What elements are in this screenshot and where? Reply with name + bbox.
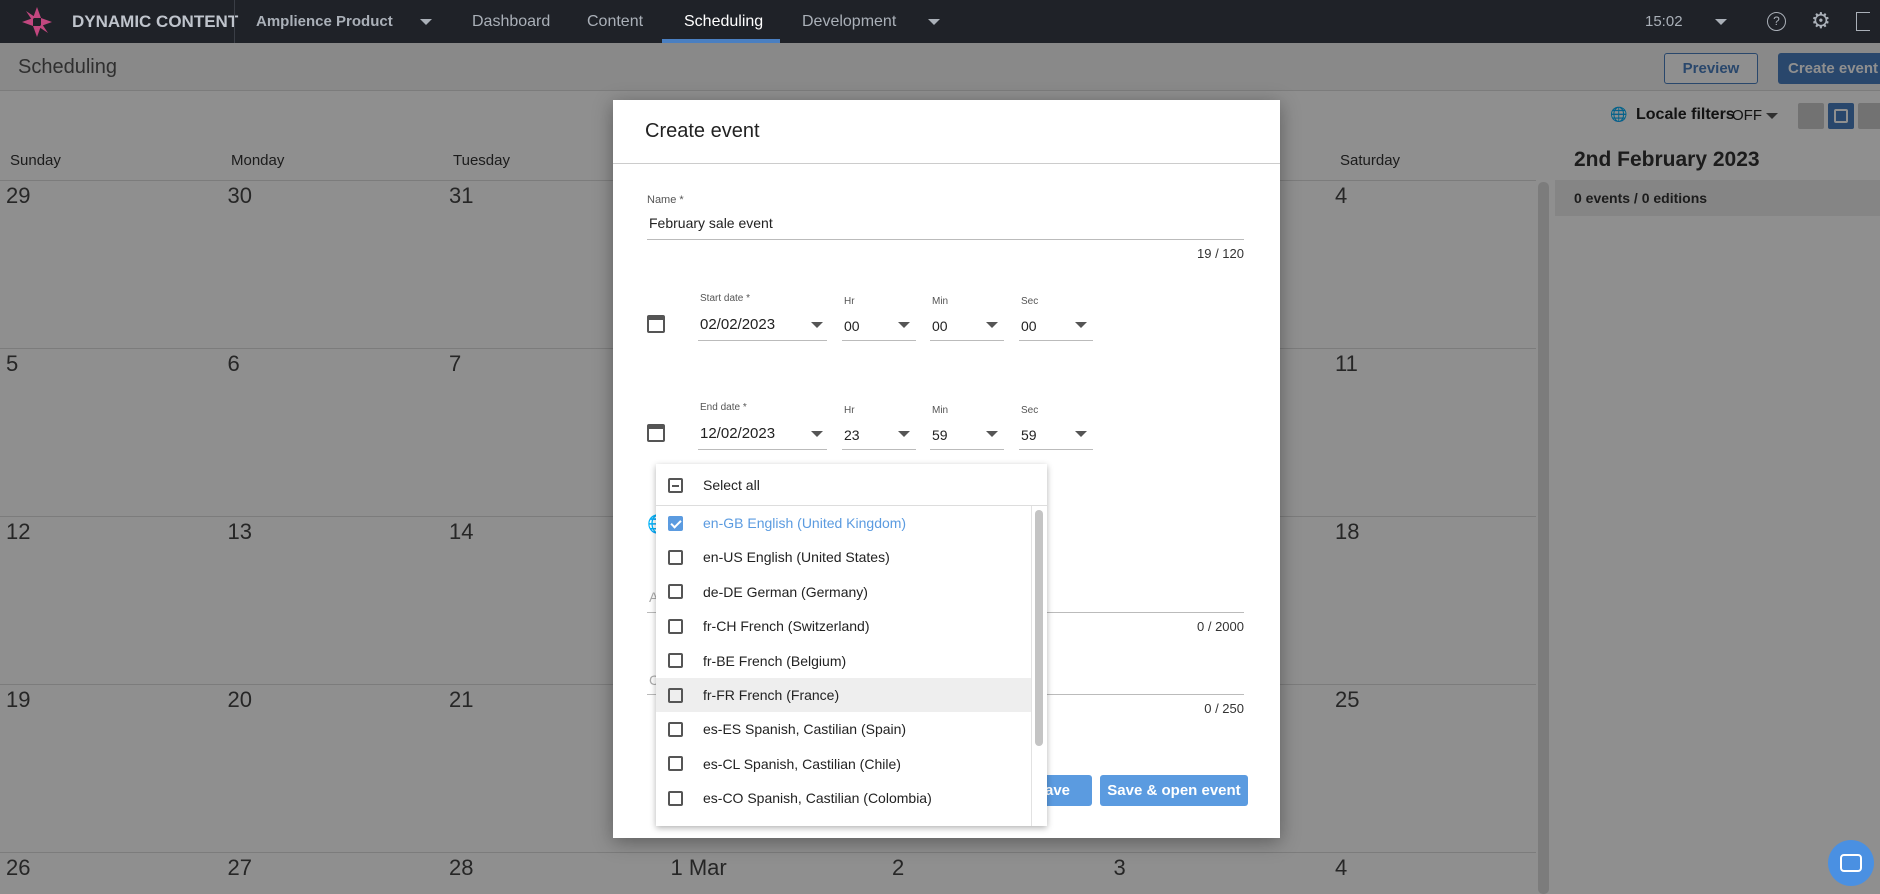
chevron-down-icon[interactable]: [1715, 19, 1727, 25]
hub-selector[interactable]: Amplience Product: [256, 13, 393, 30]
checkbox[interactable]: [668, 584, 683, 600]
chevron-down-icon[interactable]: [898, 431, 910, 437]
hr-label: Hr: [844, 405, 855, 416]
chevron-down-icon[interactable]: [811, 322, 823, 328]
start-sec-select[interactable]: 00: [1021, 318, 1037, 334]
locale-label: es-CL Spanish, Castilian (Chile): [703, 755, 901, 772]
scroll-track: [1031, 506, 1032, 826]
start-date-underline: [698, 340, 827, 341]
start-hr-underline: [842, 340, 916, 341]
field-c-counter: 0 / 250: [1204, 701, 1244, 716]
locale-label: de-DE German (Germany): [703, 583, 868, 600]
sec-label: Sec: [1021, 296, 1039, 307]
end-sec-underline: [1019, 449, 1093, 450]
end-min-select[interactable]: 59: [932, 427, 948, 443]
end-date-label: End date *: [700, 402, 747, 413]
locale-option[interactable]: es-CL Spanish, Castilian (Chile): [656, 747, 1031, 781]
locale-option[interactable]: de-DE German (Germany): [656, 575, 1031, 609]
dialog-title: Create event: [645, 120, 760, 142]
chevron-down-icon[interactable]: [928, 19, 940, 25]
nav-dashboard[interactable]: Dashboard: [472, 13, 550, 31]
min-label: Min: [932, 296, 949, 307]
calendar-icon[interactable]: [647, 315, 665, 333]
name-underline: [647, 239, 1244, 240]
checkbox[interactable]: [668, 790, 683, 806]
name-input[interactable]: February sale event: [649, 215, 773, 231]
end-hr-select[interactable]: 23: [844, 427, 860, 443]
calendar-icon[interactable]: [647, 424, 665, 442]
chevron-down-icon[interactable]: [1075, 431, 1087, 437]
locale-label: fr-CH French (Switzerland): [703, 618, 870, 635]
end-sec-select[interactable]: 59: [1021, 427, 1037, 443]
locale-label: en-US English (United States): [703, 549, 890, 566]
checkbox[interactable]: [668, 756, 683, 772]
checkbox[interactable]: [668, 618, 683, 634]
start-date-label: Start date *: [700, 293, 751, 304]
logo-icon: [22, 7, 52, 37]
chevron-down-icon[interactable]: [986, 322, 998, 328]
sec-label: Sec: [1021, 405, 1039, 416]
checkbox[interactable]: [668, 687, 683, 703]
divider: [234, 0, 235, 43]
chevron-down-icon[interactable]: [1075, 322, 1087, 328]
chevron-down-icon[interactable]: [811, 431, 823, 437]
save-open-event-button[interactable]: Save & open event: [1100, 775, 1248, 806]
chevron-down-icon[interactable]: [986, 431, 998, 437]
end-date-input[interactable]: 12/02/2023: [700, 425, 775, 442]
start-min-underline: [930, 340, 1004, 341]
chevron-down-icon[interactable]: [420, 19, 432, 25]
hr-label: Hr: [844, 296, 855, 307]
name-label: Name *: [647, 194, 684, 206]
start-min-select[interactable]: 00: [932, 318, 948, 334]
end-hr-underline: [842, 449, 916, 450]
field-a-counter: 0 / 2000: [1197, 619, 1244, 634]
locale-option[interactable]: es-CO Spanish, Castilian (Colombia): [656, 781, 1031, 815]
locale-option[interactable]: en-US English (United States): [656, 540, 1031, 574]
checkbox[interactable]: [668, 515, 683, 531]
robot-icon: [1840, 854, 1862, 872]
checkbox[interactable]: [668, 549, 683, 565]
locale-option[interactable]: es-ES Spanish, Castilian (Spain): [656, 712, 1031, 746]
checkbox[interactable]: [668, 653, 683, 669]
select-all-option[interactable]: Select all: [656, 468, 1047, 502]
locale-option[interactable]: en-GB English (United Kingdom): [656, 506, 1031, 540]
locale-label: fr-BE French (Belgium): [703, 652, 847, 669]
help-icon[interactable]: ?: [1767, 12, 1786, 31]
top-nav-bar: DYNAMIC CONTENT Amplience Product Dashbo…: [0, 0, 1880, 43]
start-date-input[interactable]: 02/02/2023: [700, 316, 775, 333]
nav-scheduling[interactable]: Scheduling: [684, 13, 763, 31]
dropdown-scrollbar[interactable]: [1035, 510, 1043, 746]
chatbot-button[interactable]: [1828, 840, 1874, 886]
name-counter: 19 / 120: [1197, 246, 1244, 261]
clock: 15:02: [1645, 13, 1683, 30]
brand-name: DYNAMIC CONTENT: [72, 12, 239, 31]
chevron-down-icon[interactable]: [898, 322, 910, 328]
locale-label: fr-FR French (France): [703, 687, 840, 703]
locale-option[interactable]: fr-FR French (France): [656, 678, 1031, 712]
locale-label: en-GB English (United Kingdom): [703, 515, 907, 531]
start-sec-underline: [1019, 340, 1093, 341]
end-date-underline: [698, 449, 827, 450]
nav-content[interactable]: Content: [587, 13, 643, 31]
locale-label: es-CO Spanish, Castilian (Colombia): [703, 790, 932, 807]
end-min-underline: [930, 449, 1004, 450]
divider: [613, 163, 1280, 164]
checkbox[interactable]: [668, 721, 683, 737]
gear-icon[interactable]: ⚙: [1811, 8, 1831, 34]
start-hr-select[interactable]: 00: [844, 318, 860, 334]
indeterminate-checkbox[interactable]: [668, 477, 683, 493]
locale-label: es-ES Spanish, Castilian (Spain): [703, 721, 907, 738]
logout-icon[interactable]: [1856, 12, 1870, 31]
locale-option[interactable]: fr-BE French (Belgium): [656, 644, 1031, 678]
locale-option[interactable]: fr-CH French (Switzerland): [656, 609, 1031, 643]
nav-development[interactable]: Development: [802, 13, 896, 31]
locale-dropdown: Select all en-GB English (United Kingdom…: [656, 464, 1047, 826]
min-label: Min: [932, 405, 949, 416]
select-all-label: Select all: [703, 477, 760, 493]
